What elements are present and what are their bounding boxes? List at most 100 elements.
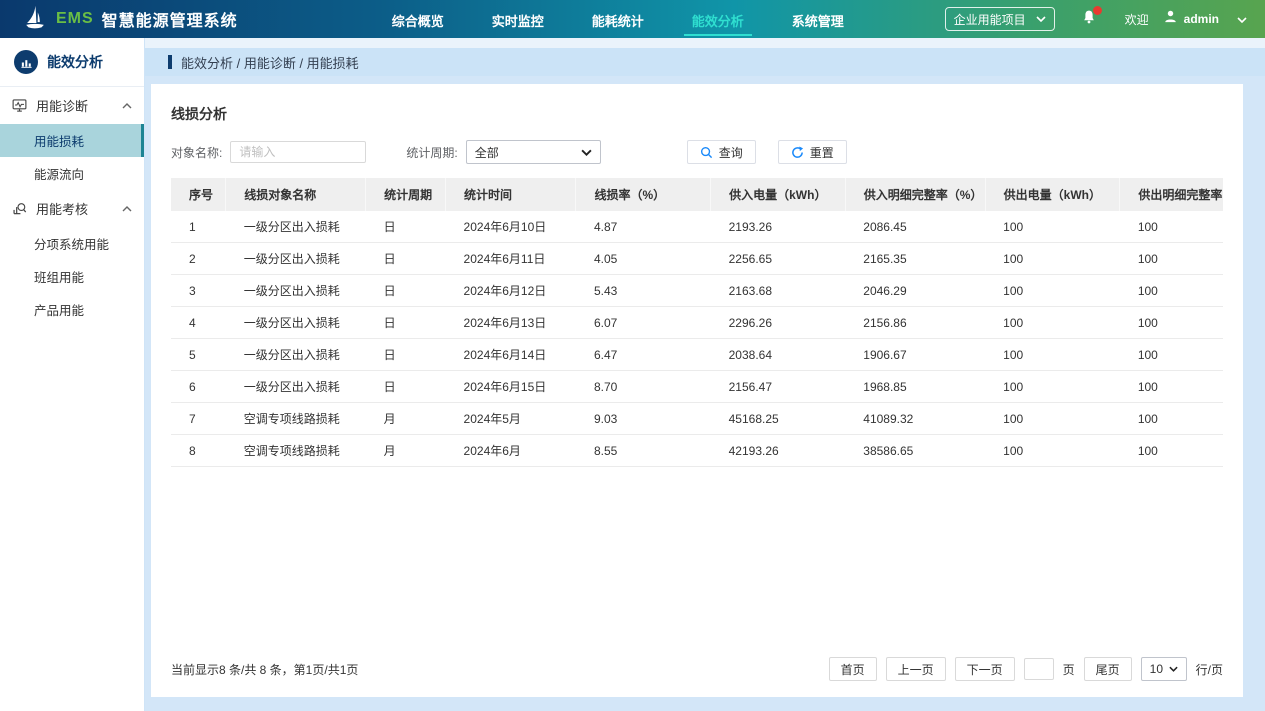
cell-r7-c0: 8: [171, 435, 226, 467]
welcome-text: 欢迎: [1125, 11, 1149, 28]
rows-per-page-label: 行/页: [1196, 661, 1223, 678]
object-name-label: 对象名称:: [171, 144, 222, 161]
nav-item-1[interactable]: 实时监控: [490, 1, 546, 38]
audit-icon: [12, 201, 27, 216]
cell-r1-c2: 日: [366, 243, 446, 275]
chevron-down-icon: [581, 149, 592, 156]
cell-r0-c4: 4.87: [576, 211, 711, 243]
table-row-2: 3一级分区出入损耗日2024年6月12日5.432163.682046.2910…: [171, 275, 1223, 307]
first-page-button[interactable]: 首页: [829, 657, 877, 681]
project-select[interactable]: 企业用能项目: [945, 7, 1055, 31]
top-navbar: EMS 智慧能源管理系统 综合概览实时监控能耗统计能效分析系统管理 企业用能项目…: [0, 0, 1265, 38]
breadcrumb: 能效分析 / 用能诊断 / 用能损耗: [145, 48, 1265, 76]
cell-r2-c0: 3: [171, 275, 226, 307]
cell-r4-c0: 5: [171, 339, 226, 371]
cell-r7-c2: 月: [366, 435, 446, 467]
column-header-6: 供入明细完整率（%）: [845, 178, 985, 211]
sidebar-item-subsystem-energy[interactable]: 分项系统用能: [0, 227, 144, 260]
page-size-value: 10: [1150, 662, 1163, 676]
page-number-input[interactable]: [1024, 658, 1054, 680]
table-row-7: 8空调专项线路损耗月2024年6月8.5542193.2638586.65100…: [171, 435, 1223, 467]
cell-r3-c0: 4: [171, 307, 226, 339]
chevron-up-icon: [122, 206, 132, 212]
table-header-row: 序号线损对象名称统计周期统计时间线损率（%）供入电量（kWh）供入明细完整率（%…: [171, 178, 1223, 211]
page-size-select[interactable]: 10: [1141, 657, 1187, 681]
page-title: 线损分析: [171, 104, 1223, 124]
prev-page-button[interactable]: 上一页: [886, 657, 946, 681]
column-header-7: 供出电量（kWh）: [985, 178, 1120, 211]
user-icon: [1163, 9, 1178, 29]
table-row-5: 6一级分区出入损耗日2024年6月15日8.702156.471968.8510…: [171, 371, 1223, 403]
logo-icon: [22, 4, 48, 35]
nav-item-4[interactable]: 系统管理: [790, 1, 846, 38]
cell-r7-c1: 空调专项线路损耗: [226, 435, 366, 467]
user-menu-chevron[interactable]: [1237, 10, 1247, 28]
cell-r0-c7: 100: [985, 211, 1120, 243]
period-label: 统计周期:: [406, 144, 457, 161]
refresh-icon: [791, 146, 804, 159]
cell-r1-c0: 2: [171, 243, 226, 275]
cell-r5-c6: 1968.85: [845, 371, 985, 403]
cell-r2-c7: 100: [985, 275, 1120, 307]
cell-r4-c8: 100: [1120, 339, 1223, 371]
cell-r5-c1: 一级分区出入损耗: [226, 371, 366, 403]
reset-button[interactable]: 重置: [778, 140, 847, 164]
cell-r7-c7: 100: [985, 435, 1120, 467]
object-name-input[interactable]: [230, 141, 366, 163]
cell-r0-c8: 100: [1120, 211, 1223, 243]
cell-r6-c3: 2024年5月: [446, 403, 576, 435]
cell-r2-c2: 日: [366, 275, 446, 307]
cell-r4-c1: 一级分区出入损耗: [226, 339, 366, 371]
cell-r0-c5: 2193.26: [711, 211, 846, 243]
nav-items: 综合概览 实时监控 能耗统计 能效分析 系统管理: [390, 1, 846, 38]
cell-r3-c5: 2296.26: [711, 307, 846, 339]
pagination-summary: 当前显示8 条/共 8 条，第1页/共1页: [171, 661, 358, 678]
table-row-3: 4一级分区出入损耗日2024年6月13日6.072296.262156.8610…: [171, 307, 1223, 339]
main-card: 线损分析 对象名称: 统计周期: 全部 查询: [151, 84, 1243, 697]
brand-ems: EMS: [56, 10, 94, 28]
sidebar-item-energy-loss[interactable]: 用能损耗: [0, 124, 144, 157]
nav-item-0[interactable]: 综合概览: [390, 1, 446, 38]
project-select-value: 企业用能项目: [954, 11, 1026, 28]
sidebar-group-diagnosis[interactable]: 用能诊断: [0, 87, 144, 124]
cell-r3-c4: 6.07: [576, 307, 711, 339]
sidebar-item-team-energy[interactable]: 班组用能: [0, 260, 144, 293]
sidebar-item-product-energy[interactable]: 产品用能: [0, 293, 144, 326]
cell-r0-c0: 1: [171, 211, 226, 243]
cell-r6-c0: 7: [171, 403, 226, 435]
column-header-3: 统计时间: [446, 178, 576, 211]
sidebar-item-energy-flow[interactable]: 能源流向: [0, 157, 144, 190]
cell-r5-c2: 日: [366, 371, 446, 403]
notification-bell[interactable]: [1081, 9, 1097, 30]
bar-chart-icon: [14, 50, 38, 74]
table-row-6: 7空调专项线路损耗月2024年5月9.0345168.2541089.32100…: [171, 403, 1223, 435]
cell-r4-c7: 100: [985, 339, 1120, 371]
sidebar-group-assessment[interactable]: 用能考核: [0, 190, 144, 227]
period-select[interactable]: 全部: [466, 140, 601, 164]
navbar-right: 企业用能项目 欢迎 admin: [945, 7, 1247, 31]
nav-item-2[interactable]: 能耗统计: [590, 1, 646, 38]
cell-r2-c1: 一级分区出入损耗: [226, 275, 366, 307]
cell-r6-c6: 41089.32: [845, 403, 985, 435]
cell-r7-c4: 8.55: [576, 435, 711, 467]
cell-r2-c5: 2163.68: [711, 275, 846, 307]
query-button-label: 查询: [719, 144, 743, 161]
cell-r7-c8: 100: [1120, 435, 1223, 467]
cell-r4-c4: 6.47: [576, 339, 711, 371]
nav-item-3[interactable]: 能效分析: [690, 1, 746, 38]
cell-r0-c1: 一级分区出入损耗: [226, 211, 366, 243]
last-page-button[interactable]: 尾页: [1084, 657, 1132, 681]
next-page-button[interactable]: 下一页: [955, 657, 1015, 681]
period-select-value: 全部: [475, 144, 499, 161]
cell-r5-c4: 8.70: [576, 371, 711, 403]
table-row-4: 5一级分区出入损耗日2024年6月14日6.472038.641906.6710…: [171, 339, 1223, 371]
cell-r1-c6: 2165.35: [845, 243, 985, 275]
cell-r3-c3: 2024年6月13日: [446, 307, 576, 339]
cell-r1-c7: 100: [985, 243, 1120, 275]
chevron-down-icon: [1036, 16, 1046, 22]
sidebar-group-label: 用能诊断: [36, 96, 88, 115]
query-button[interactable]: 查询: [687, 140, 756, 164]
column-header-2: 统计周期: [366, 178, 446, 211]
cell-r6-c7: 100: [985, 403, 1120, 435]
cell-r3-c1: 一级分区出入损耗: [226, 307, 366, 339]
